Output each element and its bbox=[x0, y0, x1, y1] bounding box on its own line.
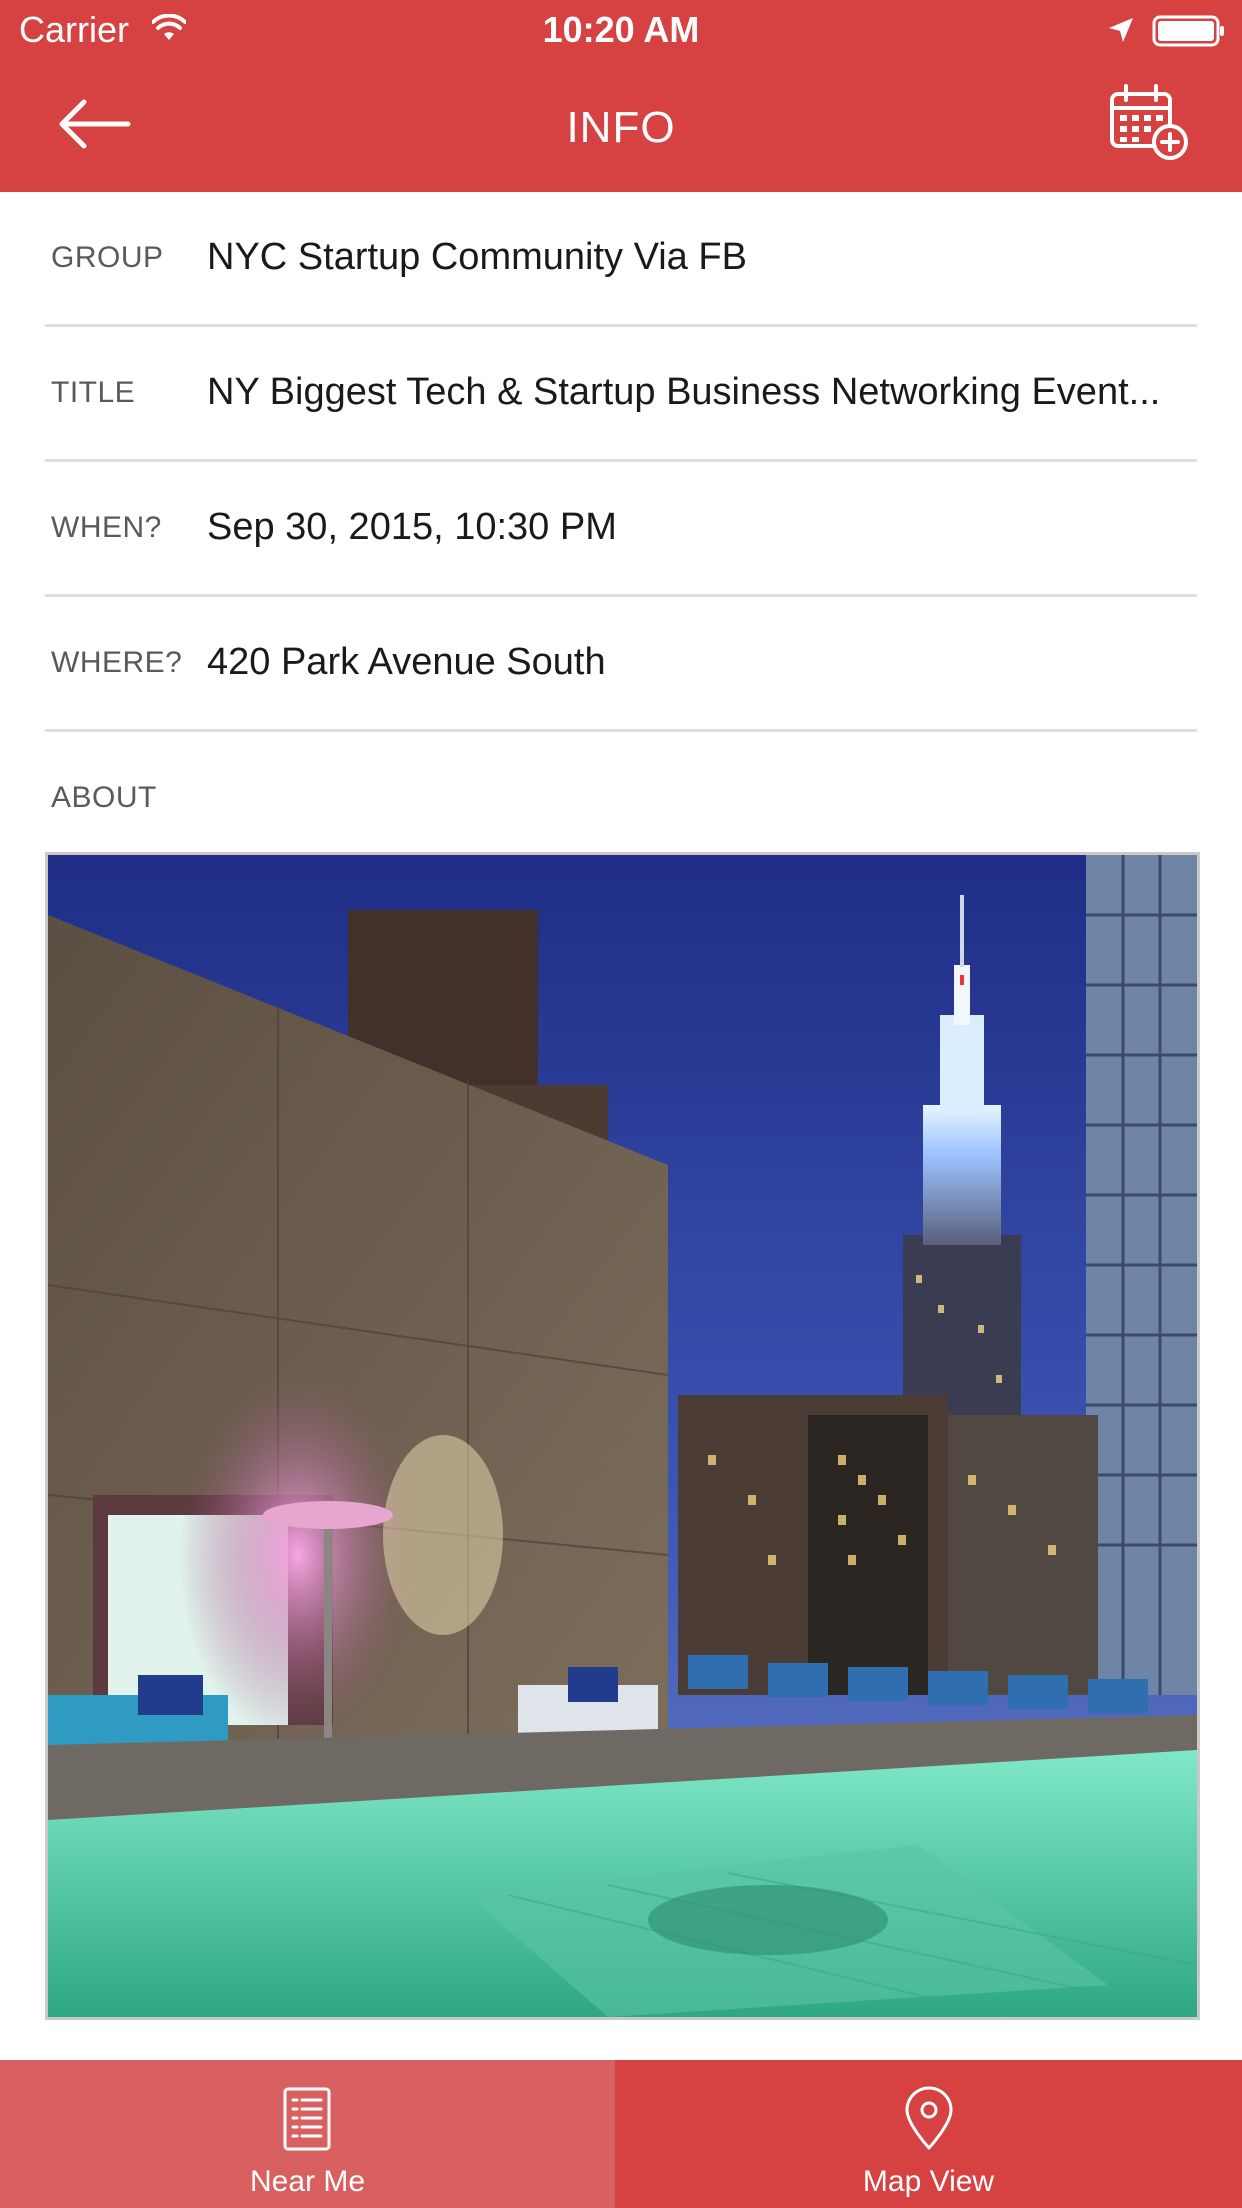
tab-map-view-label: Map View bbox=[862, 2165, 995, 2198]
about-image bbox=[45, 852, 1200, 2020]
app-header: Carrier 10:20 AM INFO bbox=[0, 0, 1242, 192]
status-bar: Carrier 10:20 AM bbox=[0, 0, 1242, 60]
group-label: GROUP bbox=[51, 241, 164, 274]
where-label: WHERE? bbox=[51, 646, 183, 679]
when-label: WHEN? bbox=[51, 511, 162, 544]
title-value: NY Biggest Tech & Startup Business Netwo… bbox=[207, 371, 1161, 413]
detail-row-title: TITLE NY Biggest Tech & Startup Business… bbox=[45, 327, 1197, 462]
map-pin-icon bbox=[905, 2086, 953, 2150]
tab-near-me[interactable]: Near Me bbox=[0, 2060, 615, 2208]
detail-row-group: GROUP NYC Startup Community Via FB bbox=[45, 192, 1197, 327]
when-value: Sep 30, 2015, 10:30 PM bbox=[207, 506, 617, 548]
tab-bar: Near Me Map View bbox=[0, 2060, 1242, 2208]
battery-icon bbox=[1152, 15, 1224, 47]
event-details: GROUP NYC Startup Community Via FB TITLE… bbox=[0, 192, 1242, 732]
tab-near-me-label: Near Me bbox=[249, 2165, 366, 2198]
calendar-add-icon[interactable] bbox=[1104, 82, 1192, 162]
tab-map-view[interactable]: Map View bbox=[615, 2060, 1242, 2208]
detail-row-when: WHEN? Sep 30, 2015, 10:30 PM bbox=[45, 462, 1197, 597]
page-title: INFO bbox=[566, 103, 676, 152]
where-value[interactable]: 420 Park Avenue South bbox=[207, 638, 1197, 686]
status-time: 10:20 AM bbox=[542, 9, 700, 50]
location-arrow-icon bbox=[1109, 18, 1133, 42]
list-document-icon bbox=[283, 2087, 331, 2151]
detail-row-where[interactable]: WHERE? 420 Park Avenue South bbox=[45, 597, 1197, 732]
title-label: TITLE bbox=[51, 376, 136, 409]
about-label: ABOUT bbox=[51, 781, 157, 814]
group-value: NYC Startup Community Via FB bbox=[207, 236, 747, 278]
